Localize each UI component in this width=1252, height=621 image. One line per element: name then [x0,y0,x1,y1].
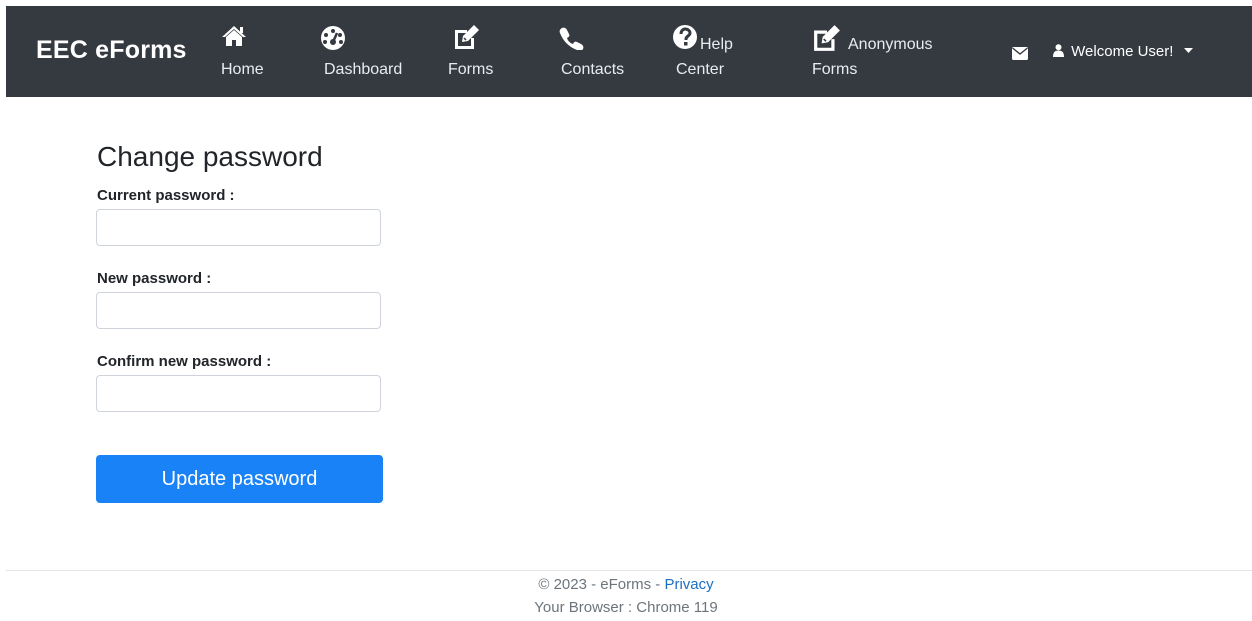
envelope-icon[interactable] [1012,47,1028,65]
nav-anonymous-forms[interactable]: Anonymous Forms [810,24,950,84]
nav-help-label-line2: Center [676,61,725,78]
nav-help-label-line1: Help [700,36,733,53]
confirm-password-input[interactable] [96,375,381,412]
brand-logo-text[interactable]: EEC eForms [36,36,187,65]
footer-browser-info: Your Browser : Chrome 119 [534,599,718,616]
nav-home-label: Home [221,61,264,78]
footer-copyright: © 2023 - eForms - Privacy [0,576,1252,593]
current-password-label: Current password : [97,187,235,204]
new-password-label: New password : [97,270,212,287]
user-menu-dropdown[interactable]: Welcome User! [1053,41,1193,61]
update-password-button[interactable]: Update password [96,455,383,503]
nav-dashboard[interactable]: Dashboard [318,24,408,84]
page-title: Change password [97,141,323,172]
nav-contacts[interactable]: Contacts [554,24,634,84]
edit-icon [810,24,844,52]
user-welcome-label: Welcome User! [1071,43,1174,60]
home-icon [221,24,247,48]
caret-down-icon [1183,41,1193,58]
edit-icon [452,24,482,50]
user-icon [1053,44,1064,61]
nav-contacts-label: Contacts [561,61,625,78]
nav-dashboard-label: Dashboard [324,61,403,78]
footer-divider [6,570,1252,571]
phone-icon [558,26,584,50]
current-password-input[interactable] [96,209,381,246]
nav-anonymous-label-line1: Anonymous [848,36,933,53]
nav-forms-label: Forms [448,61,494,78]
question-circle-icon [672,24,698,50]
dashboard-icon [318,24,348,50]
privacy-link[interactable]: Privacy [664,576,713,593]
new-password-input[interactable] [96,292,381,329]
nav-anonymous-label-line2: Forms [812,61,858,78]
copyright-text: © 2023 - eForms - [538,576,665,593]
nav-help-center[interactable]: Help Center [670,24,750,84]
nav-forms[interactable]: Forms [448,24,508,84]
confirm-password-label: Confirm new password : [97,353,272,370]
nav-home[interactable]: Home [216,24,276,84]
top-navbar: EEC eForms Home Dashboard Forms Contacts… [6,6,1252,97]
